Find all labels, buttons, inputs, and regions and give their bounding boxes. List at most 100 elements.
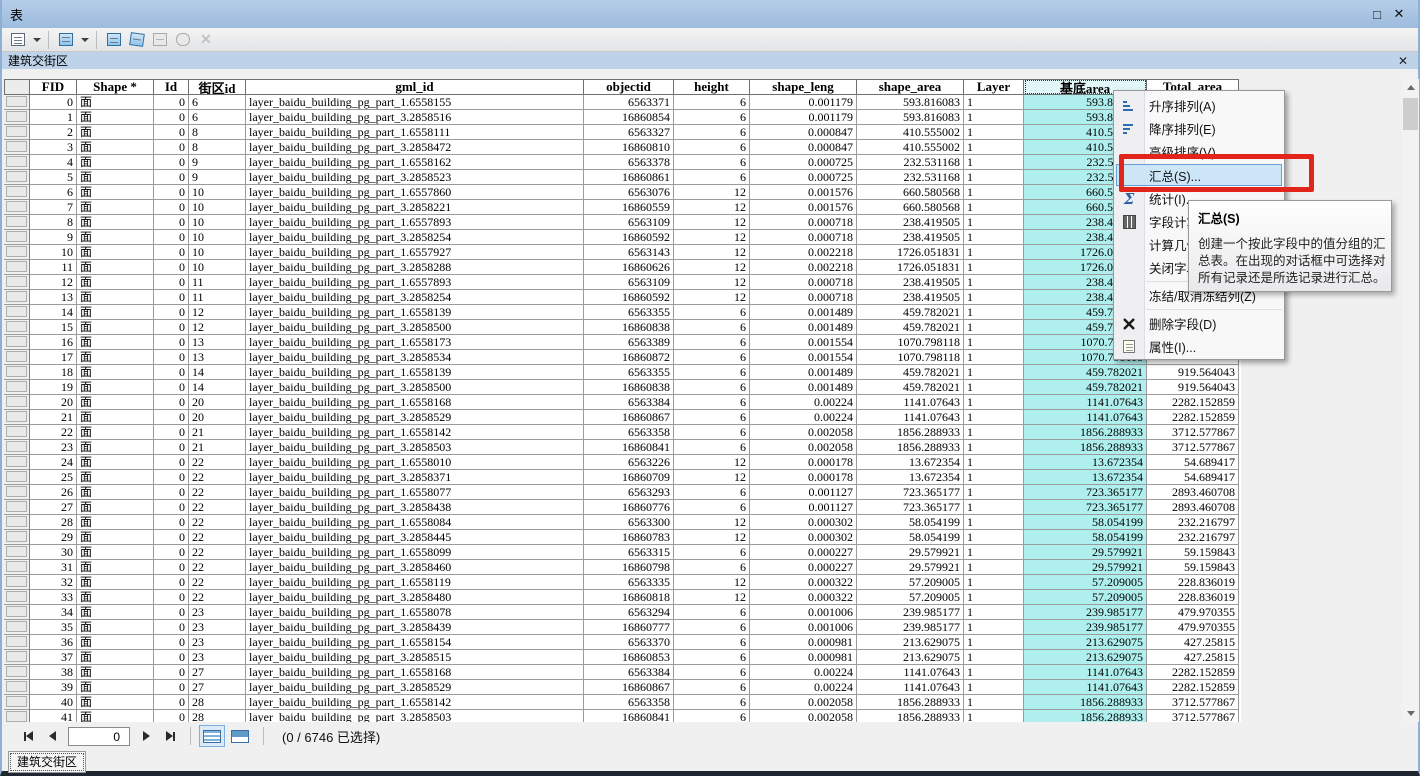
cell[interactable]: 面	[77, 335, 154, 350]
cell[interactable]: 723.365177	[1024, 500, 1147, 515]
cell[interactable]: layer_baidu_building_pg_part_1.6558077	[246, 485, 584, 500]
row-selector[interactable]	[4, 560, 30, 575]
cell[interactable]: 1	[964, 470, 1024, 485]
cell[interactable]: layer_baidu_building_pg_part_1.6557860	[246, 185, 584, 200]
cell[interactable]: 面	[77, 305, 154, 320]
cell[interactable]: 面	[77, 470, 154, 485]
cell[interactable]: layer_baidu_building_pg_part_3.2858438	[246, 500, 584, 515]
cell[interactable]: 1	[964, 320, 1024, 335]
cell[interactable]: 面	[77, 215, 154, 230]
cell[interactable]: 12	[674, 590, 750, 605]
cell[interactable]: 29.579921	[1024, 560, 1147, 575]
cell[interactable]: layer_baidu_building_pg_part_3.2858371	[246, 470, 584, 485]
cell[interactable]: 23	[189, 620, 246, 635]
next-record-icon[interactable]	[134, 726, 158, 746]
cell[interactable]: 0	[154, 560, 189, 575]
cell[interactable]: 0.001576	[750, 200, 857, 215]
cell[interactable]: 16860776	[584, 500, 674, 515]
cell[interactable]: 15	[30, 320, 77, 335]
cell[interactable]: 0	[154, 500, 189, 515]
row-selector[interactable]	[4, 410, 30, 425]
cell[interactable]: 12	[674, 455, 750, 470]
cell[interactable]: 919.564043	[1147, 380, 1239, 395]
row-selector[interactable]	[4, 425, 30, 440]
cell[interactable]: 6	[674, 665, 750, 680]
cell[interactable]: 12	[674, 245, 750, 260]
cell[interactable]: layer_baidu_building_pg_part_3.2858472	[246, 140, 584, 155]
cell[interactable]: 0.000718	[750, 290, 857, 305]
cell[interactable]: 0.000718	[750, 215, 857, 230]
cell[interactable]: 232.531168	[857, 155, 964, 170]
cell[interactable]: 1	[964, 365, 1024, 380]
cell[interactable]: 57.209005	[1024, 575, 1147, 590]
cell[interactable]: 0	[154, 335, 189, 350]
cell[interactable]: layer_baidu_building_pg_part_1.6558162	[246, 155, 584, 170]
cell[interactable]: 2282.152859	[1147, 665, 1239, 680]
cell[interactable]: 57.209005	[1024, 590, 1147, 605]
row-selector[interactable]	[4, 305, 30, 320]
cell[interactable]: 面	[77, 155, 154, 170]
cell[interactable]: 54.689417	[1147, 470, 1239, 485]
cell[interactable]: layer_baidu_building_pg_part_1.6558154	[246, 635, 584, 650]
row-selector[interactable]	[4, 95, 30, 110]
cell[interactable]: 1	[964, 215, 1024, 230]
cell[interactable]: 23	[30, 440, 77, 455]
row-selector[interactable]	[4, 605, 30, 620]
cell[interactable]: 228.836019	[1147, 575, 1239, 590]
cell[interactable]: 12	[674, 530, 750, 545]
cell[interactable]: 238.419505	[857, 215, 964, 230]
column-header-shape_leng[interactable]: shape_leng	[750, 79, 857, 95]
cell[interactable]: 6563315	[584, 545, 674, 560]
cell[interactable]: 1	[964, 125, 1024, 140]
row-selector[interactable]	[4, 185, 30, 200]
cell[interactable]: 22	[189, 485, 246, 500]
cell[interactable]: 0.001127	[750, 485, 857, 500]
tab-building-blocks[interactable]: 建筑交街区	[8, 751, 87, 773]
row-selector[interactable]	[4, 500, 30, 515]
cell[interactable]: 213.629075	[1024, 635, 1147, 650]
cell[interactable]: 0	[154, 590, 189, 605]
cell[interactable]: 427.25815	[1147, 650, 1239, 665]
cell[interactable]: 2282.152859	[1147, 395, 1239, 410]
cell[interactable]: 0.000847	[750, 125, 857, 140]
cell[interactable]: 0.000718	[750, 275, 857, 290]
cell[interactable]: layer_baidu_building_pg_part_3.2858516	[246, 110, 584, 125]
cell[interactable]: 6563226	[584, 455, 674, 470]
last-record-icon[interactable]	[158, 726, 182, 746]
row-selector[interactable]	[4, 110, 30, 125]
cell[interactable]: 228.836019	[1147, 590, 1239, 605]
cell[interactable]: 12	[674, 575, 750, 590]
cell[interactable]: 16860872	[584, 350, 674, 365]
cell[interactable]: 1856.288933	[857, 425, 964, 440]
cell[interactable]: 6	[674, 680, 750, 695]
cell[interactable]: 11	[189, 290, 246, 305]
cell[interactable]: 0	[154, 515, 189, 530]
row-selector[interactable]	[4, 575, 30, 590]
cell[interactable]: 2893.460708	[1147, 485, 1239, 500]
cell[interactable]: 23	[189, 650, 246, 665]
cell[interactable]: 1	[964, 605, 1024, 620]
cell[interactable]: 0	[154, 650, 189, 665]
row-selector[interactable]	[4, 680, 30, 695]
cell[interactable]: 1141.07643	[1024, 395, 1147, 410]
cell[interactable]: 16860838	[584, 380, 674, 395]
cell[interactable]: 6	[674, 350, 750, 365]
cell[interactable]: 面	[77, 620, 154, 635]
cell[interactable]: 面	[77, 170, 154, 185]
cell[interactable]: 0.000302	[750, 515, 857, 530]
cell[interactable]: 10	[189, 260, 246, 275]
cell[interactable]: 28	[189, 695, 246, 710]
cell[interactable]: 1	[30, 110, 77, 125]
cell[interactable]: 0	[154, 470, 189, 485]
cell[interactable]: 21	[189, 440, 246, 455]
cell[interactable]: layer_baidu_building_pg_part_1.6558142	[246, 695, 584, 710]
cell[interactable]: 17	[30, 350, 77, 365]
cell[interactable]: layer_baidu_building_pg_part_1.6558142	[246, 425, 584, 440]
cell[interactable]: layer_baidu_building_pg_part_1.6558139	[246, 305, 584, 320]
cell[interactable]: 0	[154, 380, 189, 395]
cell[interactable]: layer_baidu_building_pg_part_1.6558010	[246, 455, 584, 470]
cell[interactable]: 0.001554	[750, 335, 857, 350]
column-header-FID[interactable]: FID	[30, 79, 77, 95]
cell[interactable]: layer_baidu_building_pg_part_3.2858534	[246, 350, 584, 365]
row-selector[interactable]	[4, 515, 30, 530]
